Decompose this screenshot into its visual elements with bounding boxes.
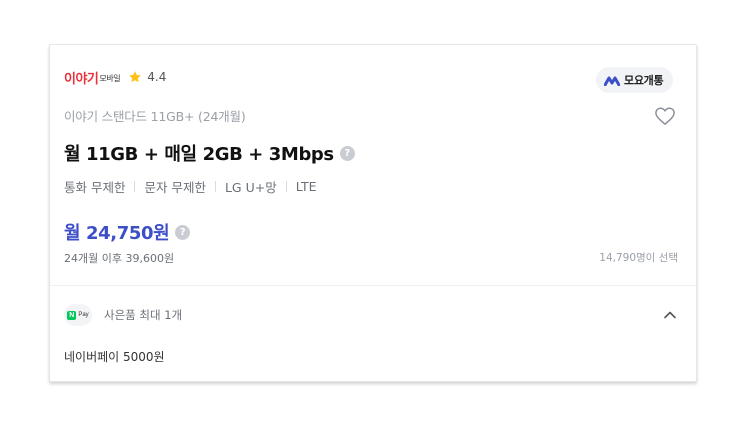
chevron-up-icon[interactable] [662,307,678,323]
feature-call: 통화 무제한 [64,180,126,195]
plan-features: 통화 무제한 문자 무제한 LG U+망 LTE [64,177,317,196]
moyo-activation-badge: 모요개통 [596,67,674,93]
plan-card[interactable]: 이야기 모바일 4.4 모요개통 이야기 스탠다드 11GB+ (24개월) 월… [49,44,697,382]
gift-item: 네이버페이 5000원 [64,350,165,364]
feature-generation: LTE [295,179,317,194]
naver-n-mark: N [67,310,77,320]
pay-text: Pay [78,312,89,318]
carrier-logo: 이야기 [64,70,99,86]
help-icon[interactable]: ? [339,145,355,161]
carrier-logo-sub: 모바일 [99,74,121,83]
feature-sms: 문자 무제한 [144,180,206,195]
monthly-price: 월 24,750원 [64,223,170,244]
carrier-brand: 이야기 모바일 4.4 [64,67,166,87]
divider [214,181,216,192]
divider [134,181,136,192]
price-row: 월 24,750원 ? [64,219,191,245]
plan-headline: 월 11GB + 매일 2GB + 3Mbps ? [64,140,355,166]
plan-card-main[interactable]: 이야기 모바일 4.4 모요개통 이야기 스탠다드 11GB+ (24개월) 월… [50,45,696,285]
price-after-promo: 24개월 이후 39,600원 [64,252,175,265]
price-help-icon[interactable]: ? [175,224,191,240]
plan-title: 월 11GB + 매일 2GB + 3Mbps [64,144,334,165]
plan-subtitle: 이야기 스탠다드 11GB+ (24개월) [64,109,246,124]
gift-header[interactable]: N Pay 사은품 최대 1개 [64,303,678,327]
divider [285,181,287,192]
selected-count: 14,790명이 선택 [599,252,678,264]
feature-network: LG U+망 [224,180,277,195]
badge-label: 모요개통 [624,74,664,87]
star-icon [129,71,142,83]
heart-icon[interactable] [654,106,676,126]
naver-pay-icon: N Pay [64,304,92,326]
rating-value: 4.4 [147,70,167,84]
moyo-logo-icon [604,76,620,86]
gift-label: 사은품 최대 1개 [104,308,183,322]
section-divider [50,285,696,286]
